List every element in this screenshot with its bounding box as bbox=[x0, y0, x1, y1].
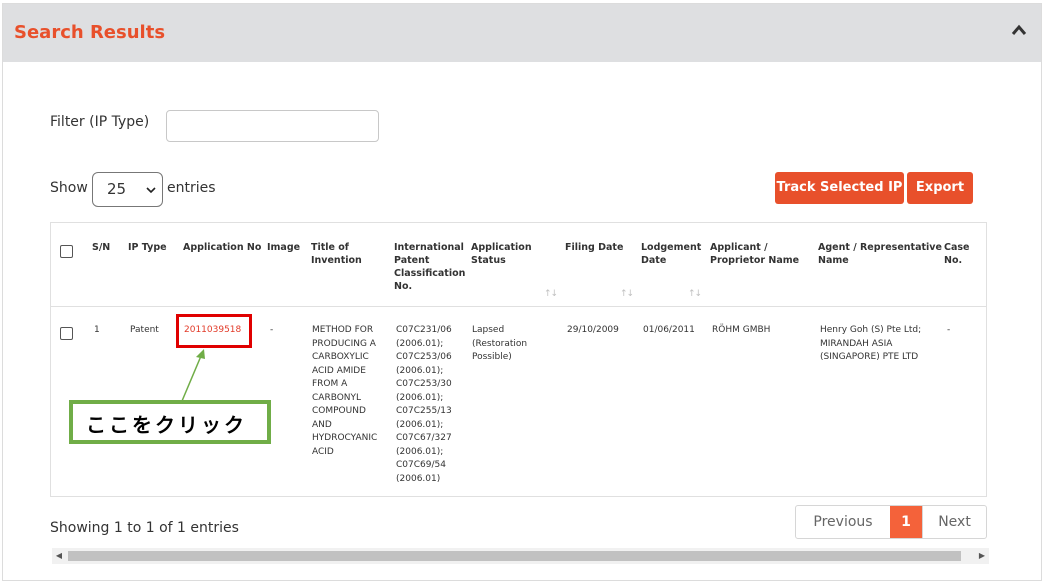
filter-ip-type-input[interactable] bbox=[166, 110, 379, 142]
cell-ipc-line: (2006.01) bbox=[396, 473, 441, 484]
header-ip-type[interactable]: IP Type bbox=[128, 241, 167, 254]
cell-title-line: ACID AMIDE bbox=[312, 365, 366, 376]
highlight-box bbox=[176, 314, 252, 348]
header-sn[interactable]: S/N bbox=[92, 241, 110, 254]
header-lodgement-line: Date bbox=[641, 255, 667, 266]
header-application-status[interactable]: Application Status bbox=[471, 241, 532, 267]
scroll-right-arrow-icon[interactable]: ▶ bbox=[975, 548, 989, 564]
entries-label: entries bbox=[167, 180, 216, 196]
cell-sn: 1 bbox=[94, 325, 100, 335]
cell-lodgement-date: 01/06/2011 bbox=[643, 325, 695, 335]
cell-case-no: - bbox=[947, 325, 951, 335]
header-agent-line: Agent / Representative bbox=[818, 242, 942, 253]
sort-icon[interactable]: ↑↓ bbox=[688, 289, 702, 299]
cell-title-line: PRODUCING A bbox=[312, 338, 376, 349]
header-case-line: Case bbox=[944, 242, 970, 253]
header-case-line: No. bbox=[944, 255, 963, 266]
cell-ipc-line: C07C253/06 bbox=[396, 352, 452, 362]
scroll-left-arrow-icon[interactable]: ◀ bbox=[52, 548, 66, 564]
header-title-line: Title of bbox=[311, 242, 349, 253]
cell-agent-line: (SINGAPORE) PTE LTD bbox=[820, 352, 919, 362]
cell-status-line: Possible) bbox=[472, 352, 512, 362]
panel-title: Search Results bbox=[14, 22, 166, 43]
cell-ipc-line: C07C253/30 bbox=[396, 379, 452, 389]
export-button[interactable]: Export bbox=[907, 172, 973, 204]
next-page-button[interactable]: Next bbox=[922, 506, 986, 538]
cell-title-line: HYDROCYANIC bbox=[312, 433, 378, 443]
cell-ipc-line: C07C231/06 bbox=[396, 325, 452, 335]
page-1-button[interactable]: 1 bbox=[890, 506, 922, 538]
cell-title-line: FROM A bbox=[312, 379, 348, 389]
horizontal-scrollbar[interactable]: ◀ ▶ bbox=[52, 548, 989, 564]
cell-ipc-line: (2006.01); bbox=[396, 392, 444, 403]
header-agent-line: Name bbox=[818, 255, 849, 266]
header-image[interactable]: Image bbox=[267, 241, 300, 254]
cell-ipc-line: C07C67/327 bbox=[396, 433, 452, 443]
cell-title-line: CARBONYL bbox=[312, 392, 362, 403]
previous-page-button[interactable]: Previous bbox=[796, 506, 890, 538]
header-applicant-line: Applicant / bbox=[710, 242, 768, 253]
results-table: S/N IP Type Application No Image Title o… bbox=[50, 222, 987, 497]
cell-ipc: C07C231/06 (2006.01); C07C253/06 (2006.0… bbox=[396, 324, 452, 486]
cell-title-line: COMPOUND bbox=[312, 406, 366, 416]
cell-ip-type: Patent bbox=[130, 325, 159, 335]
cell-title-line: METHOD FOR bbox=[312, 325, 374, 335]
header-filing-date[interactable]: Filing Date bbox=[565, 241, 623, 254]
entries-per-page-select[interactable]: 25 bbox=[92, 172, 163, 207]
sort-icon[interactable]: ↑↓ bbox=[620, 289, 634, 299]
cell-title-line: CARBOXYLIC bbox=[312, 352, 369, 362]
cell-ipc-line: C07C255/13 bbox=[396, 406, 452, 416]
cell-status-line: Lapsed bbox=[472, 325, 505, 335]
header-ipc-line: Patent bbox=[394, 255, 430, 266]
pagination: Previous 1 Next bbox=[795, 505, 987, 539]
header-case-no[interactable]: Case No. bbox=[944, 241, 969, 267]
table-info: Showing 1 to 1 of 1 entries bbox=[50, 520, 239, 536]
cell-agent-line: Henry Goh (S) Pte Ltd; bbox=[820, 325, 922, 335]
chevron-up-icon[interactable] bbox=[1011, 24, 1027, 36]
sort-icon[interactable]: ↑↓ bbox=[544, 289, 558, 299]
header-status-line: Application bbox=[471, 242, 532, 253]
header-ipc-line: No. bbox=[394, 281, 413, 292]
table-header: S/N IP Type Application No Image Title o… bbox=[51, 223, 986, 307]
header-title[interactable]: Title of Invention bbox=[311, 241, 362, 267]
header-applicant-line: Proprietor Name bbox=[710, 255, 800, 266]
cell-title: METHOD FOR PRODUCING A CARBOXYLIC ACID A… bbox=[312, 324, 377, 459]
header-ipc-line: Classification bbox=[394, 268, 466, 279]
panel-header[interactable]: Search Results bbox=[3, 4, 1041, 62]
cell-ipc-line: (2006.01); bbox=[396, 419, 444, 430]
chevron-down-icon bbox=[146, 187, 156, 194]
cell-filing-date: 29/10/2009 bbox=[567, 325, 619, 335]
cell-title-line: AND bbox=[312, 419, 332, 430]
track-selected-ip-button[interactable]: Track Selected IP bbox=[775, 172, 904, 204]
header-lodgement-date[interactable]: Lodgement Date bbox=[641, 241, 701, 267]
header-agent[interactable]: Agent / Representative Name bbox=[818, 241, 942, 267]
cell-applicant: RÖHM GMBH bbox=[712, 325, 771, 335]
filter-label: Filter (IP Type) bbox=[50, 114, 150, 130]
entries-selected-value: 25 bbox=[107, 180, 127, 198]
row-checkbox[interactable] bbox=[60, 327, 73, 340]
cell-title-line: ACID bbox=[312, 446, 334, 457]
cell-ipc-line: (2006.01); bbox=[396, 446, 444, 457]
header-ipc-line: International bbox=[394, 242, 464, 253]
cell-ipc-line: (2006.01); bbox=[396, 365, 444, 376]
header-title-line: Invention bbox=[311, 255, 362, 266]
cell-status-line: (Restoration bbox=[472, 338, 528, 349]
click-here-callout: ここをクリック bbox=[69, 400, 271, 444]
cell-agent: Henry Goh (S) Pte Ltd; MIRANDAH ASIA (SI… bbox=[820, 324, 921, 365]
cell-ipc-line: C07C69/54 bbox=[396, 460, 446, 470]
show-label: Show bbox=[50, 180, 88, 196]
header-application-no[interactable]: Application No bbox=[183, 241, 261, 254]
header-ipc[interactable]: International Patent Classification No. bbox=[394, 241, 465, 293]
header-status-line: Status bbox=[471, 255, 506, 266]
scroll-thumb[interactable] bbox=[68, 551, 961, 561]
cell-ipc-line: (2006.01); bbox=[396, 338, 444, 349]
cell-status: Lapsed (Restoration Possible) bbox=[472, 324, 527, 365]
select-all-checkbox[interactable] bbox=[60, 245, 73, 258]
header-applicant[interactable]: Applicant / Proprietor Name bbox=[710, 241, 799, 267]
cell-image: - bbox=[270, 325, 274, 335]
cell-agent-line: MIRANDAH ASIA bbox=[820, 338, 893, 349]
header-lodgement-line: Lodgement bbox=[641, 242, 702, 253]
